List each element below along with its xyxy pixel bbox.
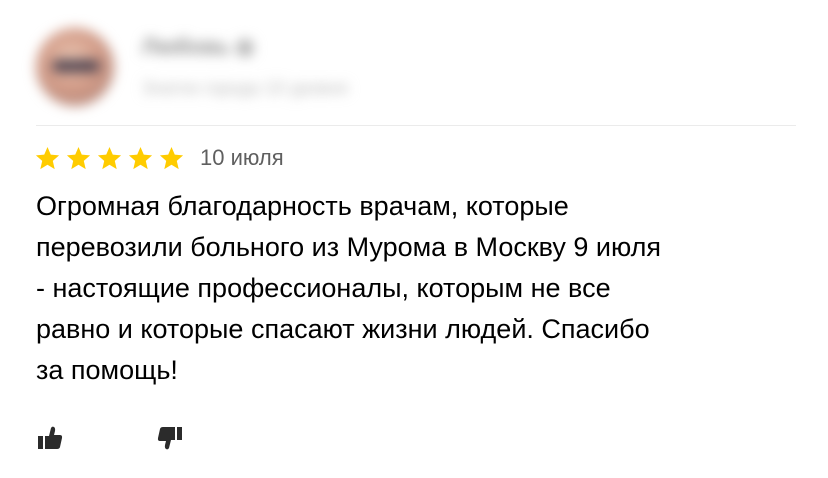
review-rating: 10 июля [34, 143, 284, 173]
author-level: Знаток города 10 уровня [142, 78, 348, 98]
divider [36, 125, 796, 126]
star-icon [35, 146, 60, 169]
verified-icon [236, 39, 255, 58]
like-button[interactable] [34, 422, 66, 454]
star-icon [97, 146, 122, 169]
thumbs-up-icon [38, 426, 63, 449]
author-name[interactable]: Любовь [142, 34, 255, 60]
review-reactions [34, 422, 186, 454]
avatar[interactable] [36, 28, 114, 106]
star-icon [66, 146, 91, 169]
review-text: Огромная благодарность врачам, которые п… [36, 191, 662, 385]
review-card: Любовь Знаток города 10 уровня 10 июля О… [0, 0, 828, 478]
thumbs-down-icon [157, 427, 182, 450]
rating-stars [34, 145, 185, 172]
star-icon [128, 146, 153, 169]
dislike-button[interactable] [154, 422, 186, 454]
avatar-image [52, 60, 100, 72]
review-date: 10 июля [200, 145, 284, 170]
author-name-label: Любовь [142, 34, 231, 59]
review-author: Любовь Знаток города 10 уровня [36, 22, 496, 112]
star-icon [159, 146, 184, 169]
